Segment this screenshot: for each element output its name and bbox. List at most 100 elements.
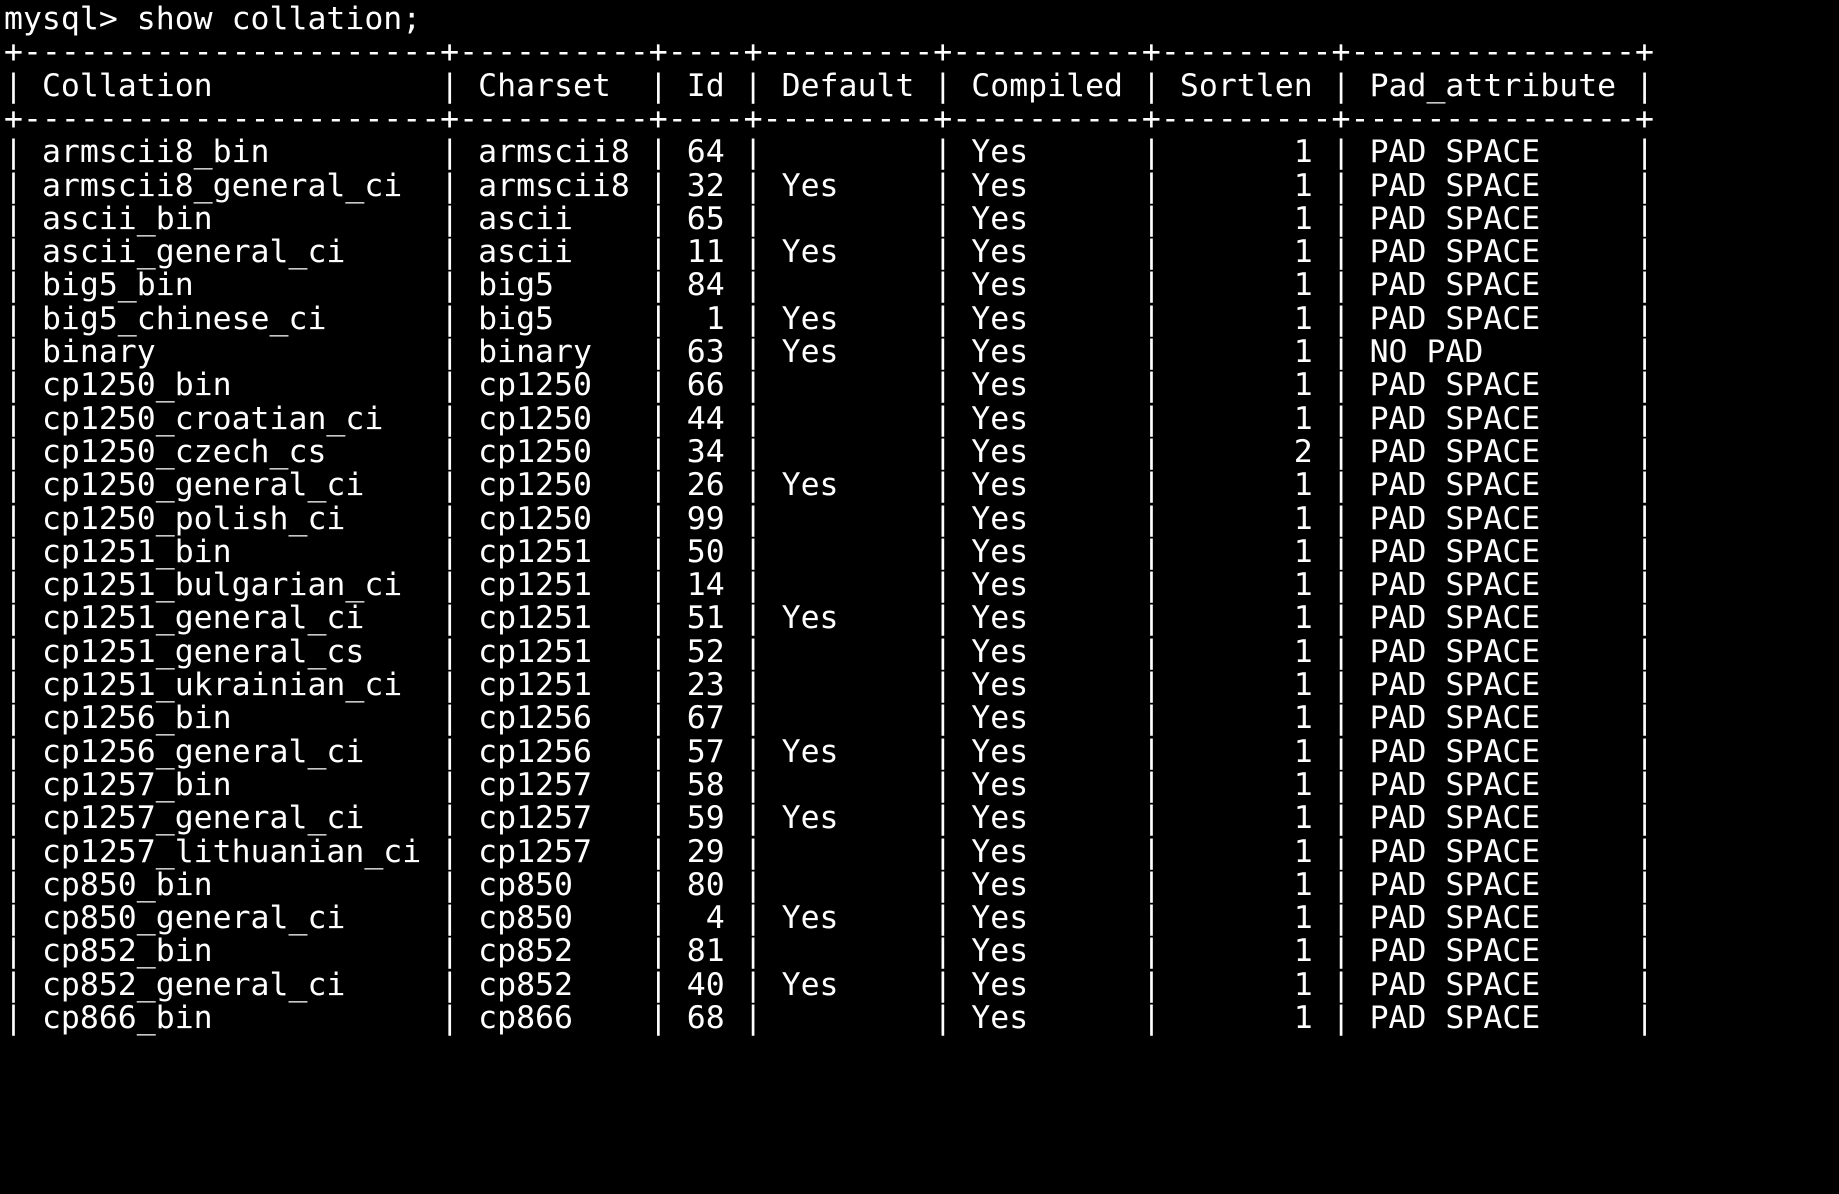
cell-pad-attribute: PAD SPACE bbox=[1369, 433, 1617, 470]
cell-compiled: Yes bbox=[971, 400, 1123, 437]
cell-sortlen: 1 bbox=[1179, 600, 1313, 637]
cell-charset: cp1250 bbox=[478, 467, 630, 504]
cell-collation: cp1257_general_ci bbox=[41, 800, 422, 837]
cell-charset: cp1251 bbox=[478, 567, 630, 604]
cell-collation: binary bbox=[41, 334, 422, 370]
cell-id: 32 bbox=[686, 167, 725, 204]
cell-charset: cp1257 bbox=[478, 800, 630, 837]
column-header-charset: Charset bbox=[478, 67, 630, 104]
cell-sortlen: 1 bbox=[1179, 567, 1313, 604]
cell-collation: cp1250_bin bbox=[41, 367, 422, 404]
cell-sortlen: 1 bbox=[1179, 833, 1313, 870]
cell-sortlen: 1 bbox=[1179, 400, 1313, 437]
cell-compiled: Yes bbox=[971, 367, 1123, 404]
cell-default bbox=[782, 700, 915, 736]
cell-sortlen: 1 bbox=[1179, 367, 1313, 404]
cell-collation: ascii_bin bbox=[41, 200, 422, 237]
cell-id: 52 bbox=[686, 633, 725, 670]
cell-charset: cp850 bbox=[478, 900, 630, 937]
cell-charset: cp1251 bbox=[478, 533, 630, 570]
cell-id: 51 bbox=[686, 600, 725, 637]
cell-default bbox=[782, 667, 915, 703]
cell-id: 29 bbox=[686, 833, 725, 870]
cell-id: 14 bbox=[686, 567, 725, 604]
cell-charset: cp1256 bbox=[478, 700, 630, 737]
cell-pad-attribute: PAD SPACE bbox=[1369, 667, 1617, 703]
cell-pad-attribute: PAD SPACE bbox=[1369, 200, 1617, 237]
cell-default bbox=[782, 567, 915, 603]
cell-compiled: Yes bbox=[971, 1000, 1123, 1036]
cell-sortlen: 1 bbox=[1179, 533, 1313, 570]
cell-default bbox=[782, 867, 915, 903]
cell-compiled: Yes bbox=[971, 167, 1123, 204]
cell-compiled: Yes bbox=[971, 600, 1123, 637]
cell-sortlen: 1 bbox=[1179, 733, 1313, 770]
cell-collation: cp1256_bin bbox=[41, 700, 422, 737]
terminal-window[interactable]: mysql> show collation; +----------------… bbox=[0, 0, 1839, 1194]
cell-collation: cp1250_general_ci bbox=[41, 467, 422, 504]
cell-default bbox=[782, 267, 915, 303]
cell-sortlen: 1 bbox=[1179, 467, 1313, 504]
cell-charset: ascii bbox=[478, 200, 630, 237]
cell-default: Yes bbox=[781, 334, 915, 370]
cell-charset: ascii bbox=[478, 234, 630, 271]
cell-charset: cp1251 bbox=[478, 633, 630, 670]
cell-collation: ascii_general_ci bbox=[41, 234, 422, 271]
cell-collation: big5_bin bbox=[41, 267, 422, 304]
cell-sortlen: 1 bbox=[1179, 700, 1313, 737]
cell-compiled: Yes bbox=[971, 467, 1123, 504]
cell-compiled: Yes bbox=[971, 766, 1123, 803]
cell-pad-attribute: PAD SPACE bbox=[1369, 733, 1617, 770]
cell-default bbox=[782, 933, 915, 969]
cell-sortlen: 1 bbox=[1179, 800, 1313, 837]
cell-pad-attribute: PAD SPACE bbox=[1369, 700, 1617, 737]
cell-default: Yes bbox=[781, 966, 915, 1003]
column-header-pad-attribute: Pad_attribute bbox=[1369, 67, 1617, 104]
cell-id: 64 bbox=[686, 134, 725, 171]
cell-compiled: Yes bbox=[971, 334, 1123, 370]
cell-compiled: Yes bbox=[971, 433, 1123, 470]
cell-pad-attribute: PAD SPACE bbox=[1369, 567, 1617, 604]
cell-id: 26 bbox=[686, 467, 725, 504]
cell-sortlen: 1 bbox=[1179, 234, 1313, 271]
cell-collation: cp1250_czech_cs bbox=[41, 433, 422, 470]
cell-charset: cp866 bbox=[478, 1000, 630, 1036]
cell-compiled: Yes bbox=[971, 300, 1123, 337]
cell-pad-attribute: PAD SPACE bbox=[1369, 1000, 1617, 1036]
cell-id: 11 bbox=[686, 234, 725, 271]
prompt: mysql> bbox=[4, 1, 118, 37]
cell-charset: cp1251 bbox=[478, 667, 630, 703]
cell-id: 1 bbox=[686, 300, 725, 337]
column-header-collation: Collation bbox=[41, 67, 422, 104]
cell-collation: big5_chinese_ci bbox=[41, 300, 422, 337]
cell-collation: cp1257_bin bbox=[41, 766, 422, 803]
cell-charset: cp1250 bbox=[478, 433, 630, 470]
cell-collation: cp852_bin bbox=[41, 933, 422, 970]
cell-default: Yes bbox=[781, 900, 915, 937]
cell-sortlen: 1 bbox=[1179, 633, 1313, 670]
cell-charset: cp852 bbox=[478, 966, 630, 1003]
cell-compiled: Yes bbox=[971, 833, 1123, 870]
cell-collation: cp866_bin bbox=[41, 1000, 422, 1036]
cell-pad-attribute: PAD SPACE bbox=[1369, 966, 1617, 1003]
cell-compiled: Yes bbox=[971, 567, 1123, 604]
cell-charset: binary bbox=[478, 334, 630, 370]
cell-sortlen: 1 bbox=[1179, 300, 1313, 337]
cell-id: 66 bbox=[686, 367, 725, 404]
cell-compiled: Yes bbox=[971, 966, 1123, 1003]
cell-default bbox=[782, 767, 915, 803]
cell-charset: armscii8 bbox=[478, 167, 630, 204]
cell-sortlen: 1 bbox=[1179, 900, 1313, 937]
cell-collation: armscii8_bin bbox=[41, 134, 422, 171]
cell-id: 58 bbox=[686, 766, 725, 803]
cell-pad-attribute: PAD SPACE bbox=[1369, 800, 1617, 837]
cell-charset: cp1251 bbox=[478, 600, 630, 637]
column-header-compiled: Compiled bbox=[971, 67, 1123, 104]
cell-id: 80 bbox=[686, 866, 725, 903]
cell-sortlen: 1 bbox=[1179, 866, 1313, 903]
cell-sortlen: 1 bbox=[1179, 267, 1313, 304]
cell-compiled: Yes bbox=[971, 134, 1123, 171]
cell-pad-attribute: PAD SPACE bbox=[1369, 500, 1617, 537]
cell-compiled: Yes bbox=[971, 733, 1123, 770]
cell-pad-attribute: PAD SPACE bbox=[1369, 134, 1617, 171]
